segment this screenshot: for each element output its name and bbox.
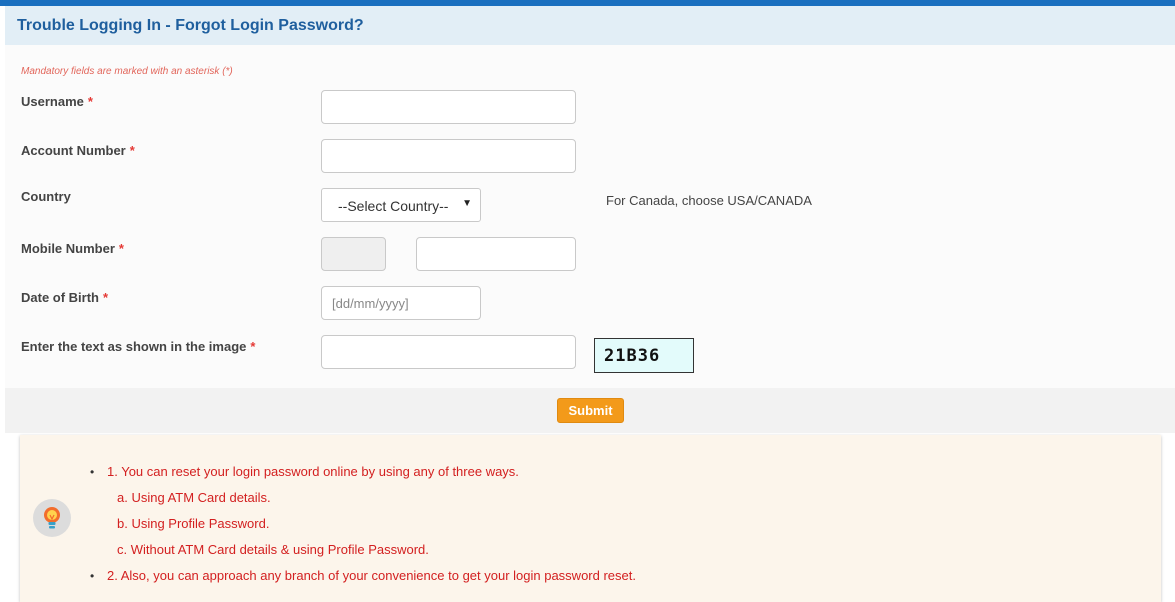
info-list: • 1. You can reset your login password on… bbox=[90, 459, 636, 589]
mobile-number-input[interactable] bbox=[416, 237, 576, 271]
captcha-image: 21B36 bbox=[594, 338, 694, 373]
required-mark: * bbox=[87, 94, 93, 109]
account-number-input[interactable] bbox=[321, 139, 576, 173]
country-label: Country bbox=[21, 189, 71, 204]
country-hint: For Canada, choose USA/CANADA bbox=[606, 193, 812, 208]
username-label: Username * bbox=[21, 94, 93, 109]
account-number-label: Account Number * bbox=[21, 143, 135, 158]
required-mark: * bbox=[129, 143, 135, 158]
required-mark: * bbox=[103, 290, 109, 305]
list-item: b. Using Profile Password. bbox=[117, 516, 270, 531]
form-area bbox=[5, 45, 1175, 388]
captcha-label: Enter the text as shown in the image * bbox=[21, 339, 256, 354]
list-item: c. Without ATM Card details & using Prof… bbox=[117, 542, 429, 557]
captcha-text: 21B36 bbox=[604, 346, 661, 366]
captcha-input[interactable] bbox=[321, 335, 576, 369]
page-title: Trouble Logging In - Forgot Login Passwo… bbox=[17, 17, 364, 34]
username-input[interactable] bbox=[321, 90, 576, 124]
country-select-value: --Select Country-- bbox=[338, 198, 449, 214]
date-of-birth-label: Date of Birth * bbox=[21, 290, 109, 305]
required-mark: * bbox=[250, 339, 256, 354]
mobile-number-label: Mobile Number * bbox=[21, 241, 124, 256]
list-item: • 2. Also, you can approach any branch of… bbox=[90, 568, 636, 583]
required-mark: * bbox=[118, 241, 124, 256]
list-item: • 1. You can reset your login password on… bbox=[90, 464, 519, 479]
dropdown-arrow-icon: ▼ bbox=[462, 198, 472, 209]
date-of-birth-input[interactable] bbox=[321, 286, 481, 320]
mandatory-note: Mandatory fields are marked with an aste… bbox=[21, 66, 233, 77]
country-select[interactable]: --Select Country-- ▼ bbox=[321, 188, 481, 222]
submit-button[interactable]: Submit bbox=[557, 398, 624, 423]
list-item: a. Using ATM Card details. bbox=[117, 490, 271, 505]
mobile-country-code-input bbox=[321, 237, 386, 271]
lightbulb-icon bbox=[33, 499, 71, 537]
page-header: Trouble Logging In - Forgot Login Passwo… bbox=[5, 6, 1175, 45]
